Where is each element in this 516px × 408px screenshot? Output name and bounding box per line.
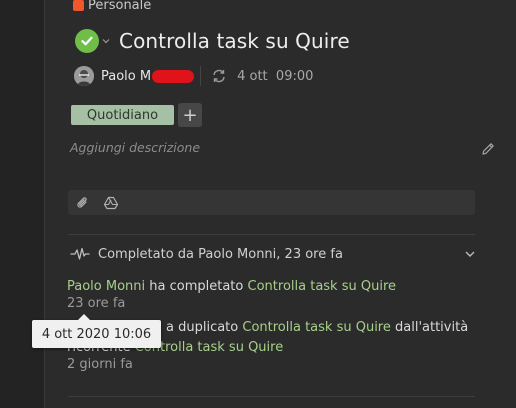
due-date-time: 09:00: [275, 68, 314, 84]
section-divider-bottom: [68, 396, 475, 397]
activity-entry-2: a duplicato Controlla task su Quire dall…: [166, 320, 468, 335]
activity-time-2[interactable]: 2 giorni fa: [67, 357, 133, 372]
recurring-icon[interactable]: [211, 68, 227, 84]
task-detail-panel: Personale Controlla task su Quire Paolo …: [32, 0, 516, 408]
activity-actor-link[interactable]: Paolo Monni: [67, 279, 145, 294]
timestamp-tooltip: 4 ott 2020 10:06: [32, 314, 161, 348]
tooltip-text: 4 ott 2020 10:06: [41, 326, 152, 342]
add-tag-button[interactable]: +: [178, 103, 202, 127]
activity-target-link[interactable]: Controlla task su Quire: [248, 279, 396, 294]
project-color-dot: [73, 0, 84, 11]
section-divider: [68, 234, 475, 235]
project-label: Personale: [88, 0, 152, 13]
expand-chevron-down-icon[interactable]: [464, 248, 476, 260]
redaction-mark: [152, 69, 195, 83]
activity-action: ha completato: [149, 279, 244, 294]
activity-header[interactable]: Completato da Paolo Monni, 23 ore fa: [70, 244, 476, 264]
project-breadcrumb[interactable]: Personale: [73, 0, 151, 14]
meta-row: Paolo M 4 ott 09:00: [74, 65, 313, 87]
due-date[interactable]: 4 ott 09:00: [237, 69, 313, 84]
assignee-label: Paolo M: [101, 68, 152, 84]
google-drive-icon[interactable]: [103, 195, 119, 211]
pencil-edit-icon[interactable]: [480, 141, 496, 157]
activity-action-2: a duplicato: [166, 320, 239, 335]
activity-suffix-2: dall'attività: [395, 320, 469, 335]
assignee-name[interactable]: Paolo M: [101, 68, 195, 84]
title-row: Controlla task su Quire: [75, 27, 350, 55]
activity-summary: Completato da Paolo Monni, 23 ore fa: [98, 246, 343, 262]
activity-entry-1: Paolo Monni ha completato Controlla task…: [67, 279, 396, 294]
description-placeholder[interactable]: Aggiungi descrizione: [70, 140, 200, 155]
activity-pulse-icon: [70, 247, 90, 260]
task-title[interactable]: Controlla task su Quire: [119, 29, 350, 53]
status-chevron-down-icon[interactable]: [102, 37, 110, 45]
tags-row: Quotidiano +: [71, 103, 202, 127]
status-complete-icon[interactable]: [75, 29, 99, 53]
attachments-bar: [68, 190, 475, 215]
tooltip-arrow: [78, 314, 90, 320]
tag-quotidiano[interactable]: Quotidiano: [71, 105, 174, 125]
due-date-day: 4 ott: [237, 68, 268, 84]
activity-time-1[interactable]: 23 ore fa: [67, 296, 125, 311]
paperclip-icon[interactable]: [75, 195, 91, 211]
meta-divider: [200, 66, 202, 86]
avatar[interactable]: [74, 66, 94, 86]
activity-target-link-2[interactable]: Controlla task su Quire: [242, 320, 390, 335]
